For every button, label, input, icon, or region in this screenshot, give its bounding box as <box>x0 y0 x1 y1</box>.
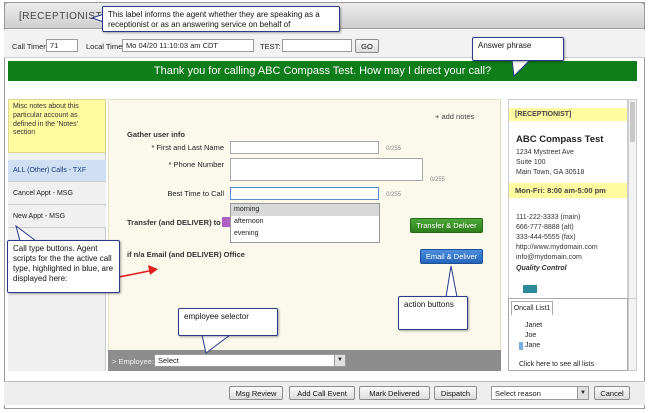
see-all-lists-link[interactable]: Click here to see all lists <box>519 361 594 368</box>
email-label: if n/a Email (and DELIVER) Office <box>127 250 245 259</box>
callout-pointer <box>445 265 458 298</box>
calltype-cancel-appt[interactable]: Cancel Appt - MSG <box>8 183 106 205</box>
quality-icon <box>523 285 537 293</box>
oncall-scrollbar[interactable] <box>628 298 637 371</box>
phone-count: 0/255 <box>430 177 446 183</box>
mark-delivered-button[interactable]: Mark Delivered <box>359 386 430 400</box>
contact-email[interactable]: info@mydomain.com <box>516 254 582 261</box>
callout-pointer <box>511 59 532 78</box>
email-deliver-button[interactable]: Email & Deliver <box>420 249 483 264</box>
test-label: TEST: <box>260 42 281 51</box>
local-time-label: Local Time: <box>86 42 125 51</box>
name-input[interactable] <box>230 141 379 154</box>
cancel-button[interactable]: Cancel <box>594 386 630 400</box>
callout-pointer <box>15 224 38 242</box>
dispatch-button[interactable]: Dispatch <box>434 386 477 400</box>
transfer-deliver-button[interactable]: Transfer & Deliver <box>410 218 483 233</box>
account-scrollbar[interactable] <box>628 99 637 299</box>
contact-fax: 333-444-5555 (fax) <box>516 234 576 241</box>
oncall-panel: Oncall List1 Janet Joe Jane Click here t… <box>508 298 628 371</box>
scrollbar-thumb[interactable] <box>630 102 635 142</box>
name-label: * First and Last Name <box>151 143 224 152</box>
calltype-new-appt[interactable]: New Appt - MSG <box>8 206 106 228</box>
add-notes-link[interactable]: + add notes <box>435 112 474 121</box>
callout-label-info: This label informs the agent whether the… <box>102 6 340 32</box>
call-timer-field[interactable]: 71 <box>46 39 78 52</box>
selected-marker <box>519 342 523 350</box>
phone-label: * Phone Number <box>168 160 224 169</box>
oncall-jane[interactable]: Jane <box>525 342 540 349</box>
transfer-target-marker <box>222 217 230 227</box>
besttime-input[interactable] <box>230 187 379 200</box>
greeting-banner: Thank you for calling ABC Compass Test. … <box>8 61 637 81</box>
chevron-down-icon[interactable]: ▼ <box>334 355 345 366</box>
account-name: ABC Compass Test <box>516 134 604 145</box>
employee-label: > Employee: <box>112 357 154 366</box>
reason-select[interactable]: Select reason ▼ <box>491 386 589 400</box>
add-call-event-button[interactable]: Add Call Event <box>289 386 355 400</box>
callout-employee-selector: employee selector <box>178 308 278 336</box>
besttime-count: 0/255 <box>386 192 402 198</box>
misc-notes: Misc notes about this particular account… <box>8 99 106 153</box>
section-title: Gather user info <box>127 130 185 139</box>
calltype-all-other[interactable]: ALL (Other) Calls - TXF <box>8 160 106 182</box>
contact-alt: 666-777-8888 (alt) <box>516 224 574 231</box>
local-time-field[interactable]: Mo 04/20 11:10:03 am CDT <box>122 39 254 52</box>
address-line-3: Main Town, GA 30518 <box>516 169 585 176</box>
oncall-janet[interactable]: Janet <box>525 322 542 329</box>
option-evening[interactable]: evening <box>231 228 379 240</box>
besttime-dropdown: morning afternoon evening <box>230 203 380 243</box>
msg-review-button[interactable]: Msg Review <box>229 386 283 400</box>
option-afternoon[interactable]: afternoon <box>231 216 379 228</box>
account-tag: [RECEPTIONIST] <box>509 108 627 121</box>
call-timer-label: Call Timer: <box>12 42 48 51</box>
oncall-tab[interactable]: Oncall List1 <box>511 301 553 315</box>
transfer-label: Transfer (and DELIVER) to <box>127 218 221 227</box>
employee-select[interactable]: Select ▼ <box>154 354 346 367</box>
reason-select-value: Select reason <box>495 389 541 398</box>
business-hours: Mon-Fri: 8:00 am-5:00 pm <box>509 183 627 198</box>
contact-main: 111-222-3333 (main) <box>516 214 581 221</box>
oncall-joe[interactable]: Joe <box>525 332 536 339</box>
address-line-2: Suite 100 <box>516 159 546 166</box>
phone-input[interactable] <box>230 158 423 181</box>
callout-answer-phrase: Answer phrase <box>472 37 564 61</box>
quality-control: Quality Control <box>516 265 567 272</box>
employee-select-value: Select <box>158 356 179 365</box>
option-morning[interactable]: morning <box>231 204 379 216</box>
account-panel: [RECEPTIONIST] ABC Compass Test 1234 Mys… <box>508 99 628 299</box>
address-line-1: 1234 Mystreet Ave <box>516 149 574 156</box>
callout-action-buttons: action buttons <box>398 296 468 330</box>
go-button[interactable]: GO <box>355 39 379 53</box>
name-count: 0/255 <box>386 146 402 152</box>
besttime-label: Best Time to Call <box>167 189 224 198</box>
callout-call-type-buttons: Call type buttons. Agent scripts for the… <box>7 240 120 293</box>
callout-pointer <box>201 334 232 354</box>
test-field[interactable] <box>282 39 352 52</box>
contact-website[interactable]: http://www.mydomain.com <box>516 244 598 251</box>
chevron-down-icon[interactable]: ▼ <box>577 387 588 399</box>
